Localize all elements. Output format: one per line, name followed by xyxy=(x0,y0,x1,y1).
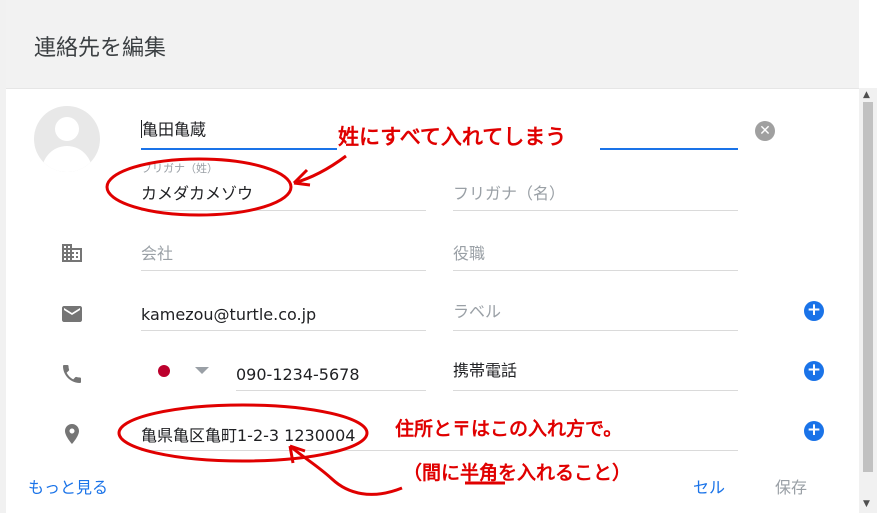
furigana-family-field[interactable]: フリガナ（姓） カメダカメゾウ xyxy=(141,160,426,211)
email-field[interactable]: kamezou@turtle.co.jp xyxy=(141,292,426,331)
annotation-note3-emphasis: 半角 xyxy=(460,462,499,484)
phone-icon xyxy=(63,365,81,383)
clear-icon[interactable]: ✕ xyxy=(755,121,775,141)
email-value: kamezou@turtle.co.jp xyxy=(141,305,317,324)
add-phone-icon[interactable]: + xyxy=(804,361,824,381)
email-label-placeholder: ラベル xyxy=(453,302,502,321)
address-value: 亀県亀区亀町1-2-3 1230004 xyxy=(141,426,356,445)
annotation-note-surname: 姓にすべて入れてしまう xyxy=(338,125,567,149)
family-name-value: 亀田亀蔵 xyxy=(141,116,206,140)
dialog-header: 連絡先を編集 xyxy=(6,0,859,89)
country-dropdown-icon[interactable] xyxy=(195,367,209,374)
dialog-title: 連絡先を編集 xyxy=(34,36,167,61)
contact-avatar[interactable] xyxy=(34,106,100,172)
family-name-text: 亀田亀蔵 xyxy=(142,120,207,139)
annotation-note-address: 住所と〒はこの入れ方で。 xyxy=(395,418,623,440)
save-button[interactable]: 保存 xyxy=(775,474,807,498)
location-pin-icon xyxy=(65,424,79,444)
phone-number-value: 090-1234-5678 xyxy=(236,365,360,384)
add-email-icon[interactable]: + xyxy=(804,301,824,321)
annotation-note3-suffix: を入れること） xyxy=(498,462,632,484)
scroll-thumb[interactable] xyxy=(863,102,873,472)
dialog-scrollbar[interactable]: ▲ ▼ xyxy=(859,88,877,513)
annotation-note3-prefix: （間に xyxy=(403,462,461,484)
cancel-button[interactable]: セル xyxy=(693,474,725,498)
email-label-field[interactable]: ラベル xyxy=(453,292,738,331)
company-placeholder: 会社 xyxy=(141,244,174,263)
furigana-given-field[interactable]: フリガナ（名） xyxy=(453,160,738,211)
annotation-note-halfwidth: （間に半角を入れること） xyxy=(403,458,631,485)
phone-number-field[interactable]: 090-1234-5678 xyxy=(236,352,426,391)
furigana-given-placeholder: フリガナ（名） xyxy=(453,184,566,203)
more-fields-link[interactable]: もっと見る xyxy=(28,474,108,498)
phone-label-value: 携帯電話 xyxy=(453,361,518,380)
scroll-up-arrow-icon[interactable]: ▲ xyxy=(863,90,870,100)
phone-label-field[interactable]: 携帯電話 xyxy=(453,352,738,391)
family-name-field[interactable]: 亀田亀蔵 xyxy=(141,114,337,150)
country-flag-jp[interactable] xyxy=(158,365,170,377)
furigana-family-value: カメダカメゾウ xyxy=(141,184,254,203)
job-title-field[interactable]: 役職 xyxy=(453,232,738,271)
job-title-placeholder: 役職 xyxy=(453,244,486,263)
scroll-down-arrow-icon[interactable]: ▼ xyxy=(863,499,870,509)
avatar-head-shape xyxy=(55,117,79,141)
building-icon xyxy=(62,244,82,262)
given-name-field[interactable] xyxy=(600,114,738,150)
furigana-family-label: フリガナ（姓） xyxy=(141,162,218,175)
email-icon xyxy=(62,306,82,322)
avatar-body-shape xyxy=(42,146,92,172)
company-field[interactable]: 会社 xyxy=(141,232,426,271)
add-address-icon[interactable]: + xyxy=(804,421,824,441)
